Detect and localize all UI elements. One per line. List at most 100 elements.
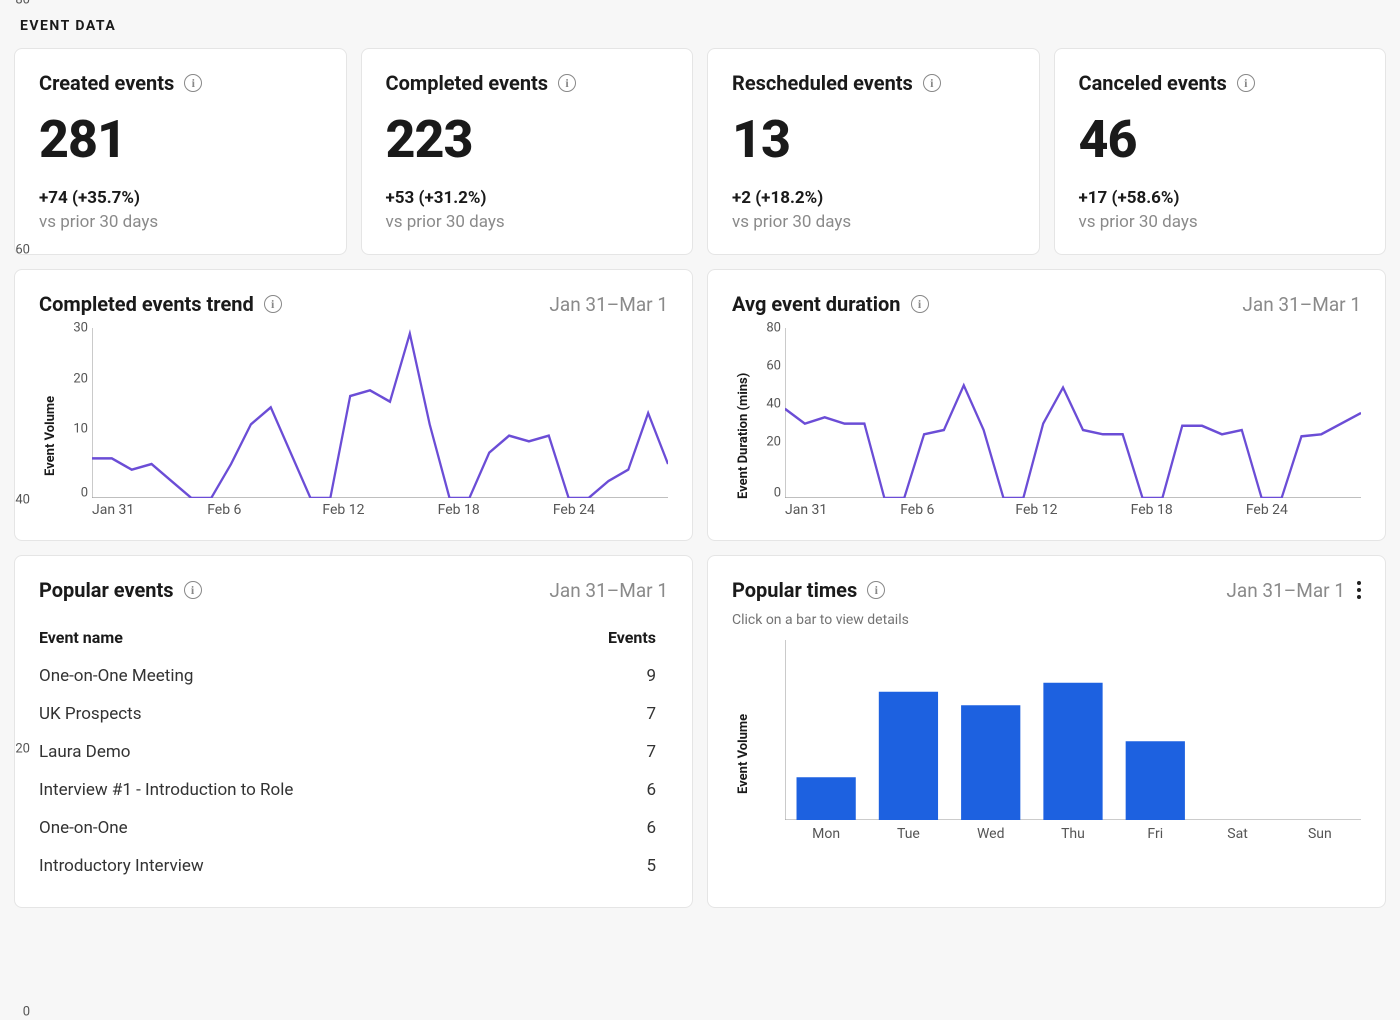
avg-duration-title: Avg event duration [732, 292, 901, 316]
popular-events-table: Event name Events One-on-One Meeting9UK … [39, 620, 668, 885]
avg-duration-chart: 806040200 Jan 31Feb 6Feb 12Feb 18Feb 24 [751, 328, 1361, 518]
metric-value: 46 [1079, 109, 1362, 170]
x-tick: Fri [1114, 826, 1196, 842]
section-title: EVENT DATA [14, 0, 1386, 48]
event-name: Introductory Interview [39, 847, 548, 885]
bar[interactable] [1126, 741, 1185, 820]
completed-trend-chart: 3020100 Jan 31Feb 6Feb 12Feb 18Feb 24 [58, 328, 668, 518]
y-axis-label: Event Volume [39, 328, 58, 518]
x-tick: Feb 18 [1131, 502, 1246, 518]
event-name: One-on-One [39, 809, 548, 847]
mid-row: Completed events trend i Jan 31–Mar 1 Ev… [14, 269, 1386, 541]
metric-title: Canceled events [1079, 71, 1227, 95]
x-tick: Wed [950, 826, 1032, 842]
event-count: 7 [548, 733, 668, 771]
metric-value: 223 [386, 109, 669, 170]
metric-title: Rescheduled events [732, 71, 913, 95]
metric-value: 13 [732, 109, 1015, 170]
metric-card-completed: Completed eventsi223+53 (+31.2%)vs prior… [361, 48, 694, 255]
y-tick: 0 [751, 487, 781, 500]
bar[interactable] [961, 705, 1020, 820]
more-menu-icon[interactable] [1357, 581, 1361, 599]
x-tick: Feb 24 [1246, 502, 1361, 518]
event-name: Laura Demo [39, 733, 548, 771]
x-tick: Feb 18 [438, 502, 553, 518]
date-range: Jan 31–Mar 1 [549, 293, 668, 316]
metric-delta: +53 (+31.2%) [386, 188, 669, 208]
info-icon[interactable]: i [184, 581, 202, 599]
metric-period: vs prior 30 days [1079, 212, 1362, 232]
y-tick: 20 [0, 743, 30, 756]
info-icon[interactable]: i [867, 581, 885, 599]
x-tick: Feb 6 [207, 502, 322, 518]
bar[interactable] [1043, 683, 1102, 820]
date-range: Jan 31–Mar 1 [1242, 293, 1361, 316]
info-icon[interactable]: i [923, 74, 941, 92]
info-icon[interactable]: i [911, 295, 929, 313]
popular-times-card: Popular times i Jan 31–Mar 1 Click on a … [707, 555, 1386, 908]
completed-trend-card: Completed events trend i Jan 31–Mar 1 Ev… [14, 269, 693, 541]
metric-delta: +74 (+35.7%) [39, 188, 322, 208]
date-range: Jan 31–Mar 1 [549, 579, 668, 602]
metric-period: vs prior 30 days [732, 212, 1015, 232]
info-icon[interactable]: i [558, 74, 576, 92]
table-row[interactable]: UK Prospects7 [39, 695, 668, 733]
metric-delta: +17 (+58.6%) [1079, 188, 1362, 208]
x-tick: Feb 12 [322, 502, 437, 518]
y-tick: 80 [0, 0, 30, 7]
bar[interactable] [879, 692, 938, 820]
table-row[interactable]: Laura Demo7 [39, 733, 668, 771]
metric-title: Created events [39, 71, 174, 95]
info-icon[interactable]: i [264, 295, 282, 313]
metric-value: 281 [39, 109, 322, 170]
metric-card-canceled: Canceled events i 46 +17 (+58.6%) vs prior 3… [1054, 48, 1387, 255]
date-range: Jan 31–Mar 1 [1226, 579, 1345, 602]
info-icon[interactable]: i [184, 74, 202, 92]
metric-period: vs prior 30 days [39, 212, 322, 232]
col-events-count: Events [548, 620, 668, 657]
x-tick: Sun [1279, 826, 1361, 842]
y-axis-label: Event Duration (mins) [732, 328, 751, 518]
avg-duration-card: Avg event duration i Jan 31–Mar 1 Event … [707, 269, 1386, 541]
bar[interactable] [797, 777, 856, 820]
info-icon[interactable]: i [1237, 74, 1255, 92]
x-tick: Thu [1032, 826, 1114, 842]
y-tick: 30 [58, 322, 88, 335]
x-tick: Mon [785, 826, 867, 842]
y-tick: 0 [58, 486, 88, 499]
table-row[interactable]: One-on-One6 [39, 809, 668, 847]
popular-events-title: Popular events [39, 578, 174, 602]
x-tick: Feb 6 [900, 502, 1015, 518]
event-name: UK Prospects [39, 695, 548, 733]
metric-period: vs prior 30 days [386, 212, 669, 232]
y-tick: 80 [751, 322, 781, 335]
y-tick: 60 [751, 360, 781, 373]
event-count: 5 [548, 847, 668, 885]
event-count: 7 [548, 695, 668, 733]
y-tick: 10 [58, 423, 88, 436]
y-tick: 0 [0, 1006, 30, 1019]
popular-events-card: Popular events i Jan 31–Mar 1 Event name… [14, 555, 693, 908]
x-tick: Tue [867, 826, 949, 842]
y-axis-label: Event Volume [732, 640, 751, 842]
metrics-row: Created events i 281 +74 (+35.7%) vs prior 3… [14, 48, 1386, 255]
metric-delta: +2 (+18.2%) [732, 188, 1015, 208]
metric-card-created: Created events i 281 +74 (+35.7%) vs prior 3… [14, 48, 347, 255]
y-tick: 20 [751, 436, 781, 449]
bottom-row: Popular events i Jan 31–Mar 1 Event name… [14, 555, 1386, 908]
metric-card-rescheduled: Rescheduled events i 13 +2 (+18.2%) vs prior… [707, 48, 1040, 255]
y-tick: 40 [0, 493, 30, 506]
completed-trend-title: Completed events trend [39, 292, 254, 316]
x-tick: Feb 12 [1015, 502, 1130, 518]
table-row[interactable]: Interview #1 - Introduction to Role6 [39, 771, 668, 809]
table-row[interactable]: One-on-One Meeting9 [39, 657, 668, 695]
popular-times-title: Popular times [732, 578, 857, 602]
x-tick: Jan 31 [92, 502, 207, 518]
x-tick: Jan 31 [785, 502, 900, 518]
col-event-name: Event name [39, 620, 548, 657]
x-tick: Feb 24 [553, 502, 668, 518]
event-name: One-on-One Meeting [39, 657, 548, 695]
table-row[interactable]: Introductory Interview5 [39, 847, 668, 885]
event-name: Interview #1 - Introduction to Role [39, 771, 548, 809]
y-tick: 40 [751, 398, 781, 411]
